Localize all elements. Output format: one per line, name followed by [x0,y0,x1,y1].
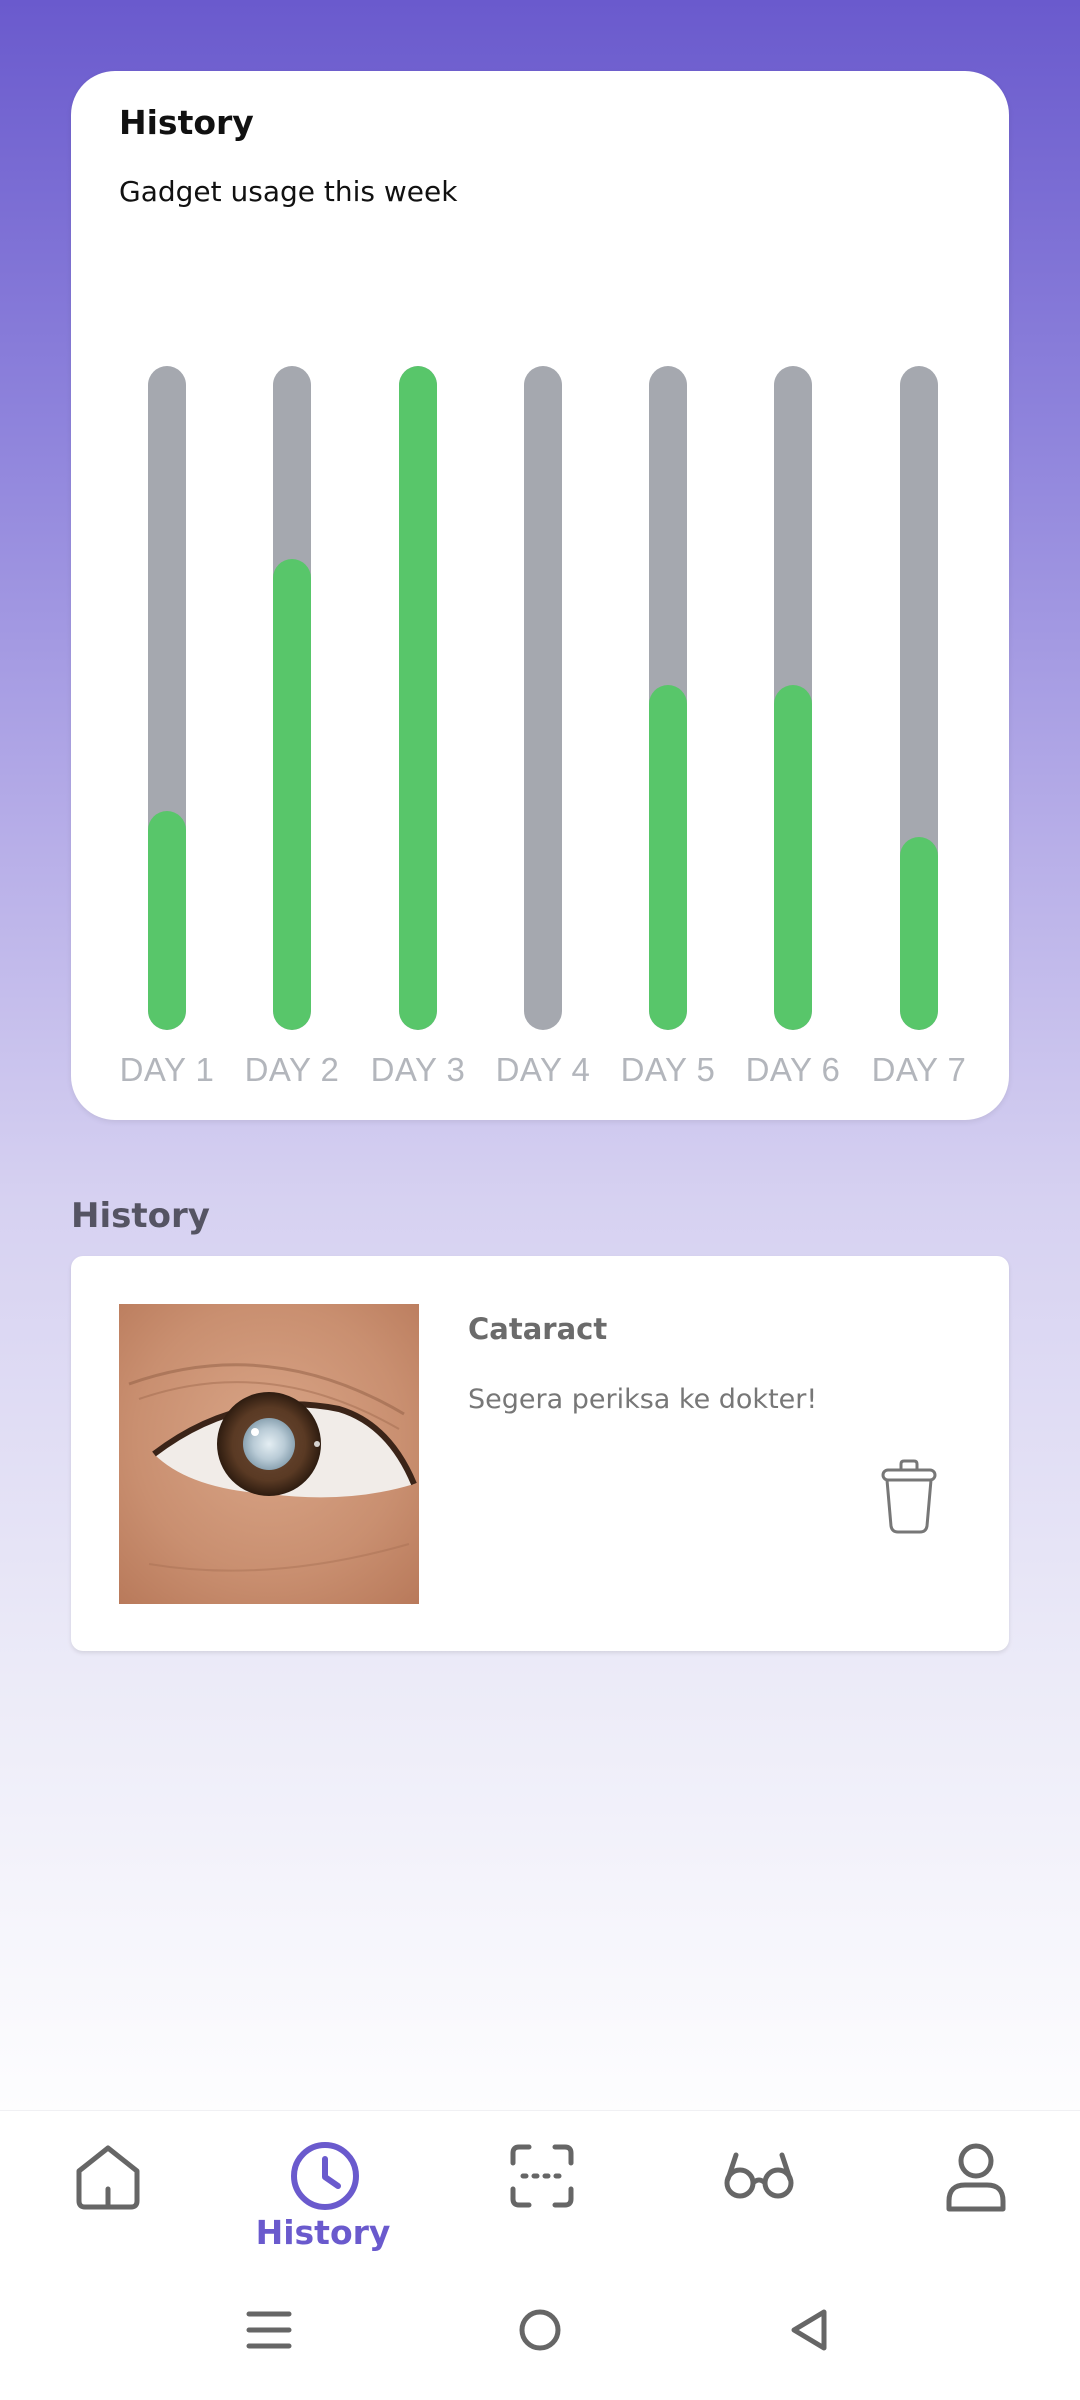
bar-label: DAY 4 [495,1051,591,1088]
scan-icon [510,2144,574,2208]
bar-fill [900,837,938,1030]
home-circle-icon[interactable] [500,2290,580,2370]
bar-track [273,366,311,1030]
bar-label: DAY 5 [620,1051,716,1088]
nav-scan[interactable] [470,2139,610,2259]
history-item-description: Segera periksa ke dokter! [468,1384,818,1415]
eye-photo [119,1304,419,1604]
nav-glasses[interactable] [687,2139,827,2259]
clock-icon [291,2142,359,2210]
back-icon[interactable] [770,2290,850,2370]
bar-label: DAY 7 [871,1051,967,1088]
bar-track [399,366,437,1030]
bar-label: DAY 1 [119,1051,215,1088]
nav-home[interactable] [36,2139,176,2259]
bar-label: DAY 3 [370,1051,466,1088]
bar-fill [399,366,437,1030]
bar-track [900,366,938,1030]
bar-track [148,366,186,1030]
bar-track [774,366,812,1030]
usage-bar-chart: DAY 1 DAY 2 DAY 3 DAY 4 DAY 5 DAY 6 DAY 7 [71,71,1009,1120]
nav-profile[interactable] [904,2139,1044,2259]
bottom-nav: History [0,2110,1080,2260]
system-nav-bar [0,2260,1080,2400]
menu-icon[interactable] [229,2290,309,2370]
bar-track [649,366,687,1030]
usage-card: History Gadget usage this week DAY 1 DAY … [71,71,1009,1120]
bar-fill [774,684,812,1030]
bar-label: DAY 6 [745,1051,841,1088]
nav-history[interactable]: History [253,2139,393,2259]
bar-fill [649,684,687,1030]
bar-fill [148,810,186,1030]
trash-icon[interactable] [877,1456,941,1536]
history-card[interactable]: Cataract Segera periksa ke dokter! [71,1256,1009,1651]
nav-history-label: History [255,2213,391,2252]
user-icon [946,2143,1006,2212]
section-title: History [71,1196,210,1236]
bar-label: DAY 2 [244,1051,340,1088]
home-icon [76,2145,140,2210]
history-item-name: Cataract [468,1312,608,1346]
bar-track [524,366,562,1030]
bar-fill [273,558,311,1030]
glasses-icon [724,2152,794,2199]
